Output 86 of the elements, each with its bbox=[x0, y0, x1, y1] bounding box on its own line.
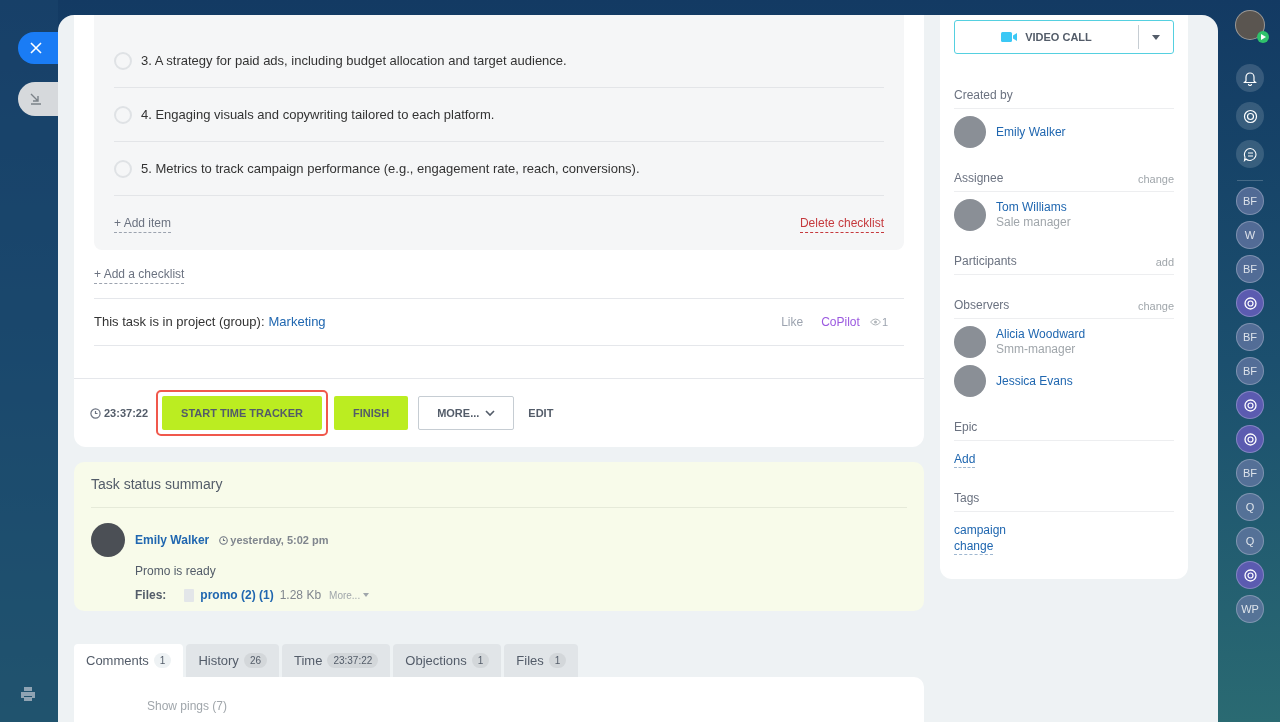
comment-text: Promo is ready bbox=[135, 563, 217, 580]
chat-icon[interactable] bbox=[1236, 140, 1264, 168]
close-button[interactable] bbox=[18, 32, 58, 64]
tab-count: 23:37:22 bbox=[327, 653, 379, 669]
comment-time: yesterday, 5:02 pm bbox=[230, 532, 329, 548]
timer-text: 23:37:22 bbox=[104, 405, 149, 421]
section-action-link[interactable]: change bbox=[1137, 170, 1174, 191]
section-title: Observers bbox=[954, 297, 1010, 314]
avatar bbox=[91, 523, 125, 557]
section-action-link[interactable]: add bbox=[1155, 253, 1174, 274]
copilot-chat-icon[interactable] bbox=[1236, 391, 1264, 419]
tab[interactable]: Objections 1 bbox=[393, 644, 502, 678]
tab[interactable]: Comments 1 bbox=[74, 644, 184, 678]
person-link[interactable]: Jessica Evans bbox=[996, 373, 1073, 389]
chat-avatar[interactable]: BF bbox=[1236, 459, 1264, 487]
chat-avatar[interactable]: Q bbox=[1236, 493, 1264, 521]
clock-icon bbox=[219, 535, 229, 545]
caret-down-icon bbox=[363, 593, 370, 597]
more-button[interactable]: MORE... bbox=[418, 396, 515, 430]
file-link[interactable]: promo (2) (1) bbox=[200, 586, 274, 604]
chat-avatar[interactable]: BF bbox=[1236, 357, 1264, 385]
file-size: 1.28 Kb bbox=[279, 587, 322, 604]
bell-icon[interactable] bbox=[1236, 64, 1264, 92]
add-item-link[interactable]: + Add item bbox=[114, 213, 172, 233]
project-label: This task is in project (group): bbox=[94, 313, 265, 332]
person-link[interactable]: Emily Walker bbox=[996, 124, 1066, 140]
person-role: Smm-manager bbox=[996, 342, 1077, 357]
tab[interactable]: Files 1 bbox=[504, 644, 579, 678]
add-checklist-link[interactable]: + Add a checklist bbox=[94, 265, 185, 284]
copilot-chat-icon[interactable] bbox=[1236, 289, 1264, 317]
avatar bbox=[954, 365, 986, 397]
copilot-link[interactable]: CoPilot bbox=[821, 313, 860, 331]
avatar bbox=[954, 326, 986, 358]
clock-icon bbox=[90, 407, 101, 419]
show-pings-link[interactable]: Show pings (7) bbox=[147, 699, 228, 714]
tab-count: 1 bbox=[153, 653, 172, 669]
minimize-button[interactable] bbox=[18, 82, 58, 116]
person-role: Sale manager bbox=[996, 215, 1071, 230]
printer-icon[interactable] bbox=[20, 686, 36, 702]
video-camera-icon bbox=[1001, 32, 1018, 42]
chat-avatar[interactable]: BF bbox=[1236, 323, 1264, 351]
person-link[interactable]: Tom Williams bbox=[996, 200, 1071, 215]
tab[interactable]: Time 23:37:22 bbox=[282, 644, 391, 678]
copilot-chat-icon[interactable] bbox=[1236, 425, 1264, 453]
files-label: Files: bbox=[135, 587, 167, 604]
section-title: Tags bbox=[954, 490, 980, 507]
checklist-item-text: 4. Engaging visuals and copywriting tailored to each platform. bbox=[141, 105, 495, 124]
chat-avatar[interactable]: BF bbox=[1236, 187, 1264, 215]
arrow-down-right-icon bbox=[30, 93, 42, 105]
chevron-down-icon bbox=[485, 409, 496, 417]
checklist-item-text: 3. A strategy for paid ads, including budget allocation and target audience. bbox=[141, 51, 567, 70]
edit-button[interactable]: EDIT bbox=[520, 396, 562, 430]
tab[interactable]: History 26 bbox=[186, 644, 279, 678]
action-button[interactable]: FINISH bbox=[334, 396, 409, 430]
action-link[interactable]: change bbox=[954, 538, 994, 555]
tag-link[interactable]: campaign bbox=[954, 522, 1007, 538]
copilot-chat-icon[interactable] bbox=[1236, 561, 1264, 589]
action-link[interactable]: Add bbox=[954, 451, 976, 468]
summary-title: Task status summary bbox=[91, 462, 907, 508]
project-link[interactable]: Marketing bbox=[268, 312, 326, 332]
section-title: Epic bbox=[954, 419, 978, 436]
chat-avatar[interactable]: Q bbox=[1236, 527, 1264, 555]
caret-down-icon bbox=[1152, 34, 1160, 40]
video-call-button[interactable]: VIDEO CALL bbox=[954, 20, 1174, 54]
avatar bbox=[954, 199, 986, 231]
person-link[interactable]: Alicia Woodward bbox=[996, 327, 1086, 342]
checklist-item-text: 5. Metrics to track campaign performance (e.g., engagement rate, reach, conversions). bbox=[141, 159, 640, 178]
section-title: Participants bbox=[954, 253, 1017, 270]
chat-avatar[interactable]: W bbox=[1236, 221, 1264, 249]
delete-checklist-link[interactable]: Delete checklist bbox=[799, 213, 884, 233]
section-title: Assignee bbox=[954, 170, 1004, 187]
tab-count: 26 bbox=[243, 653, 267, 669]
section-title: Created by bbox=[954, 87, 1013, 104]
tab-count: 1 bbox=[471, 653, 490, 669]
section-action-link[interactable]: change bbox=[1137, 297, 1174, 318]
like-link[interactable]: Like bbox=[781, 313, 804, 331]
play-badge-icon bbox=[1257, 31, 1269, 43]
chat-avatar[interactable]: WP bbox=[1236, 595, 1264, 623]
view-count: 1 bbox=[881, 314, 888, 330]
author-link[interactable]: Emily Walker bbox=[135, 531, 210, 549]
eye-icon bbox=[869, 318, 881, 326]
action-button[interactable]: START TIME TRACKER bbox=[162, 396, 323, 430]
avatar bbox=[954, 116, 986, 148]
chat-avatar[interactable]: BF bbox=[1236, 255, 1264, 283]
close-icon bbox=[30, 42, 42, 54]
tab-count: 1 bbox=[548, 653, 567, 669]
